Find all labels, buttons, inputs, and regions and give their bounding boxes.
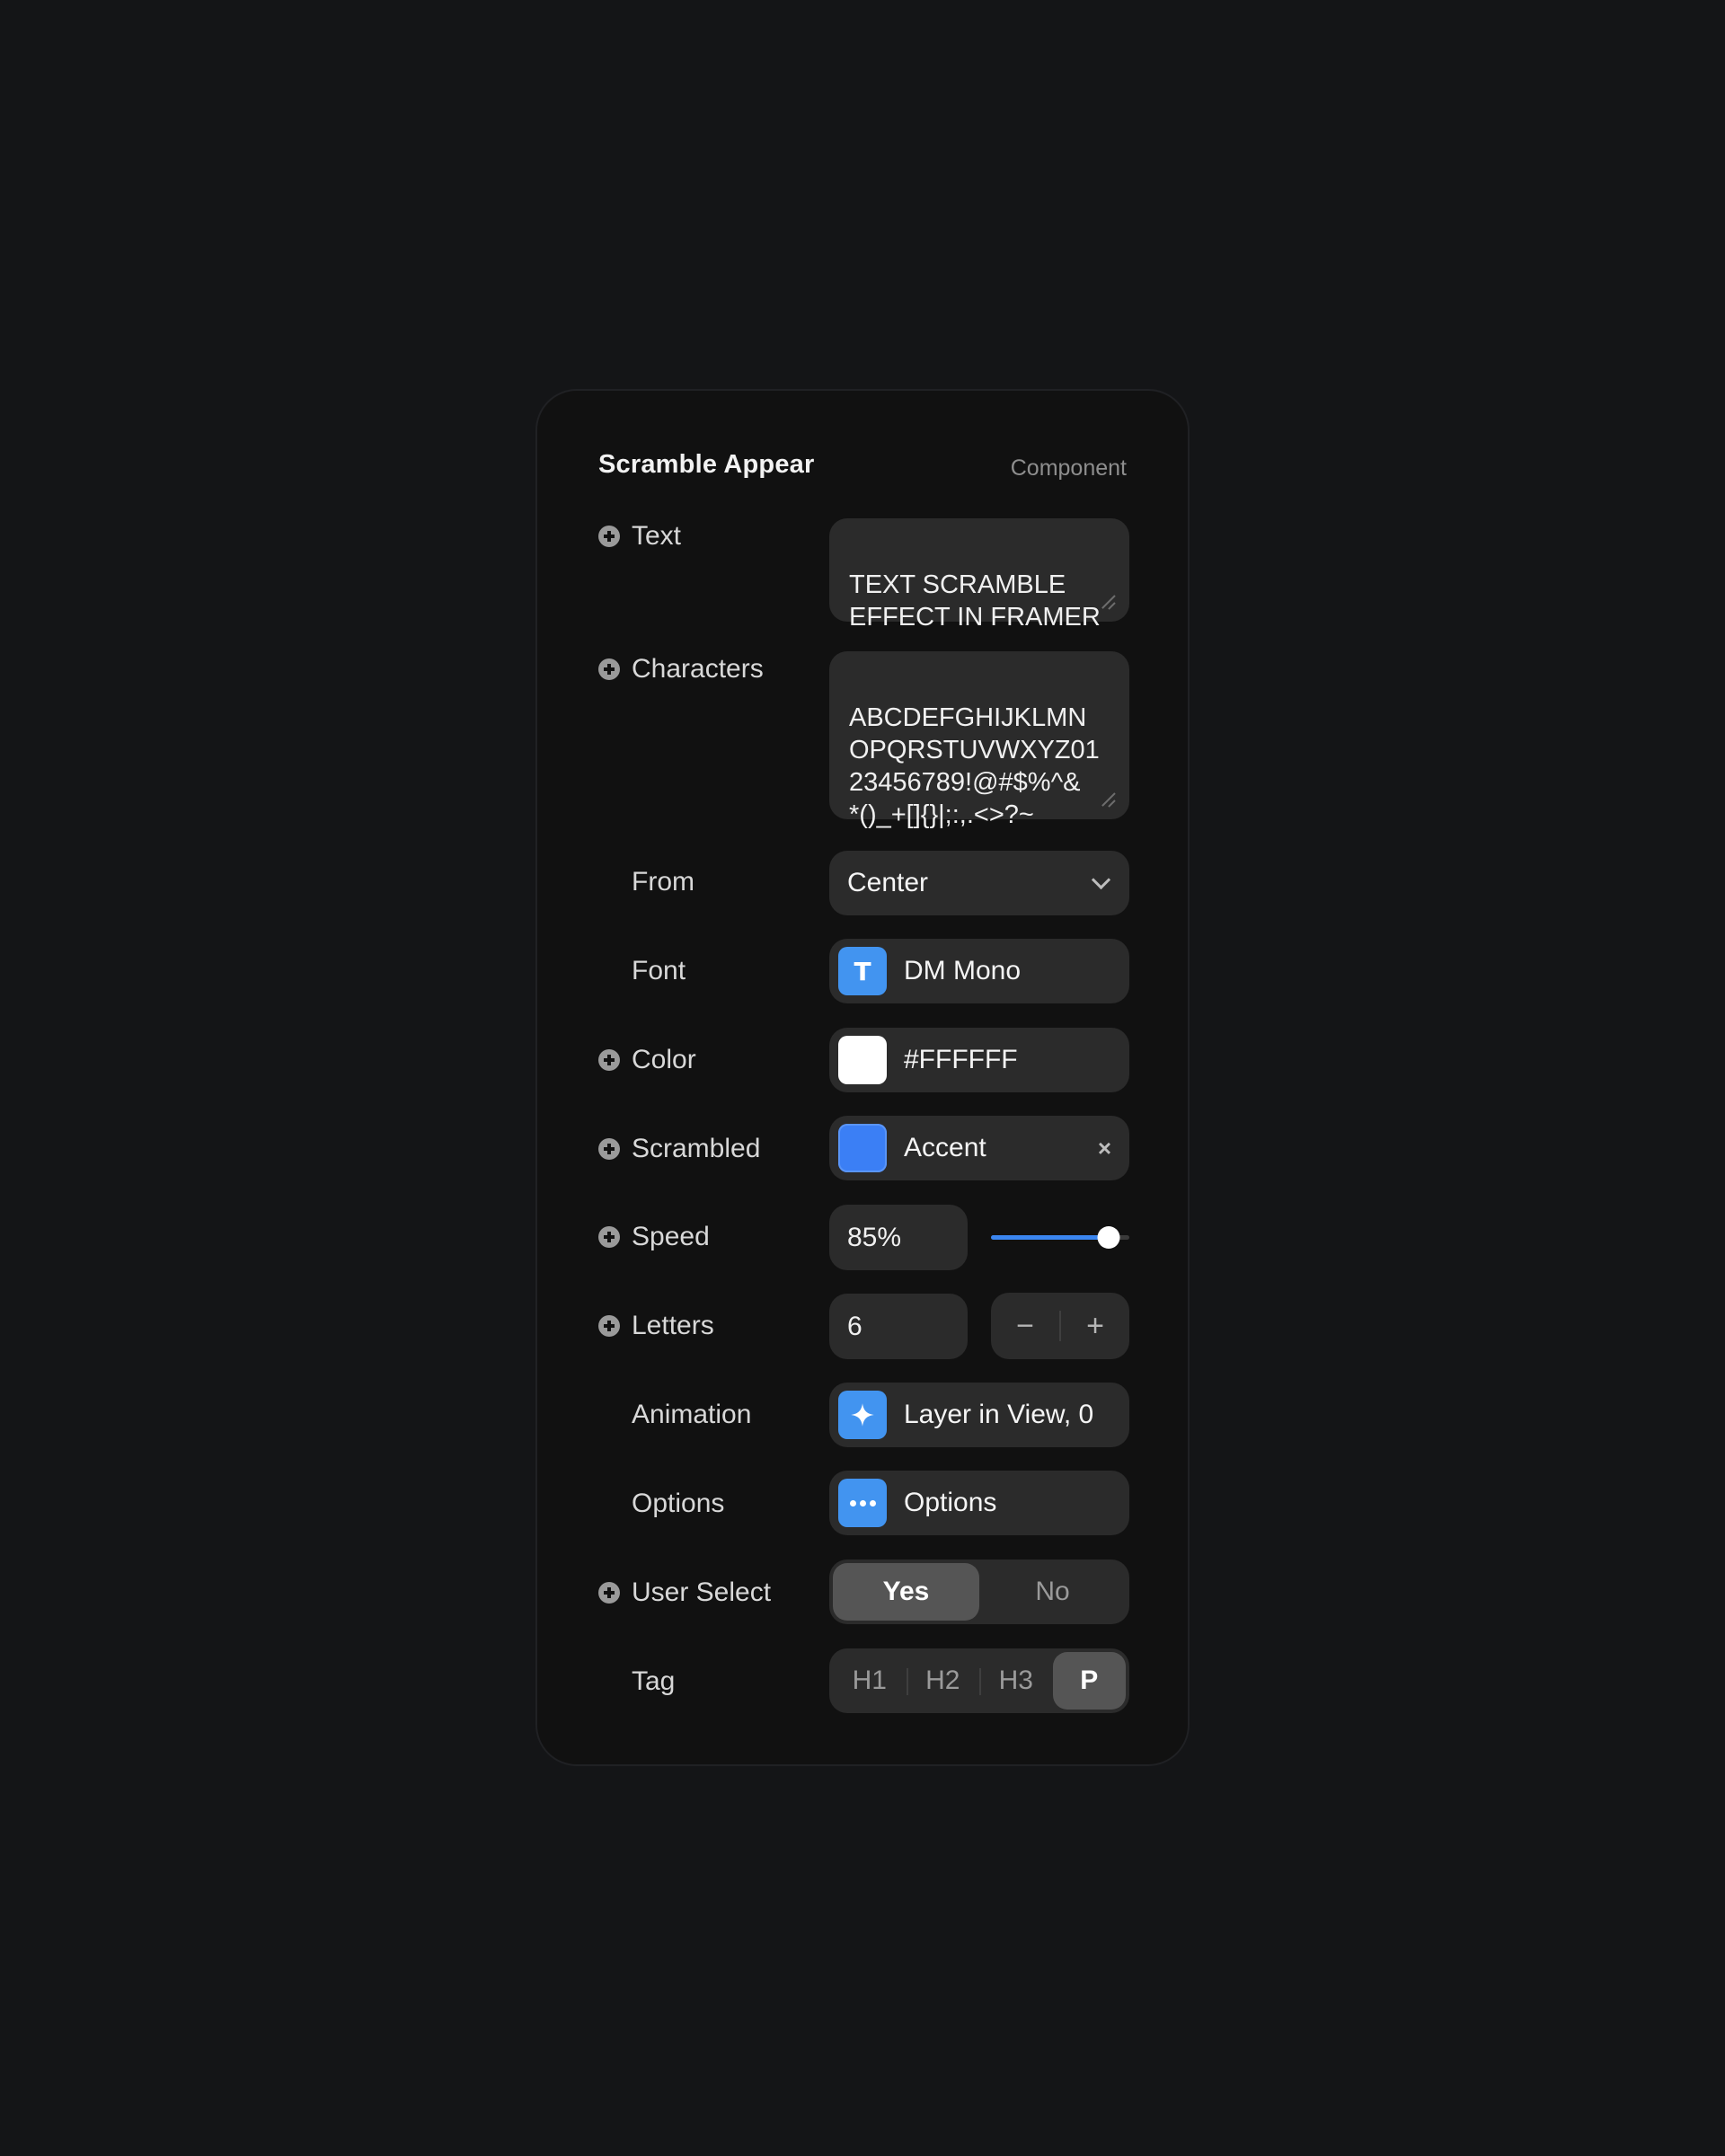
add-variable-icon[interactable] [598,1315,620,1337]
add-variable-icon[interactable] [598,1226,620,1248]
scrambled-label-text: Scrambled [632,1134,761,1163]
color-picker[interactable]: #FFFFFF [829,1028,1129,1092]
speed-label-text: Speed [632,1222,710,1251]
font-icon: T [838,947,887,995]
animation-label-text: Animation [632,1400,752,1429]
properties-panel: Scramble Appear Component Text TEXT SCRA… [535,389,1190,1766]
color-label: Color [598,1042,696,1078]
options-label: Options [598,1486,724,1522]
animation-picker[interactable]: Layer in View, 0 [829,1383,1129,1447]
color-swatch[interactable] [838,1036,887,1084]
letters-label-text: Letters [632,1311,714,1340]
tag-label: Tag [598,1664,675,1700]
resize-handle-icon[interactable] [1099,791,1115,807]
tag-segmented-control: H1 H2 H3 P [829,1648,1129,1713]
font-picker[interactable]: T DM Mono [829,939,1129,1003]
font-label-text: Font [632,956,686,985]
user-select-label-text: User Select [632,1577,772,1607]
sparkle-icon [838,1391,887,1439]
text-input-value: TEXT SCRAMBLE EFFECT IN FRAMER [849,570,1101,632]
clear-icon[interactable]: × [1098,1135,1111,1162]
speed-label: Speed [598,1219,710,1255]
characters-input-value: ABCDEFGHIJKLMN OPQRSTUVWXYZ01 23456789!@… [849,703,1100,829]
options-value: Options [904,1488,997,1517]
font-value: DM Mono [904,956,1022,985]
add-variable-icon[interactable] [598,658,620,680]
from-label: From [598,864,694,900]
chevron-down-icon [1091,870,1111,889]
font-label: Font [598,953,686,989]
tag-h3[interactable]: H3 [979,1652,1053,1710]
increment-button[interactable]: + [1061,1293,1129,1359]
options-button[interactable]: Options [829,1471,1129,1535]
from-select[interactable]: Center [829,851,1129,915]
add-variable-icon[interactable] [598,526,620,547]
from-label-text: From [632,867,694,897]
speed-slider[interactable] [991,1219,1129,1255]
scrambled-label: Scrambled [598,1131,760,1167]
slider-fill [991,1235,1109,1240]
characters-input[interactable]: ABCDEFGHIJKLMN OPQRSTUVWXYZ01 23456789!@… [829,651,1129,829]
options-label-text: Options [632,1489,725,1518]
letters-label: Letters [598,1308,714,1344]
scrambled-color-picker[interactable]: Accent × [829,1116,1129,1180]
add-variable-icon[interactable] [598,1049,620,1071]
user-select-toggle: Yes No [829,1560,1129,1624]
tag-p[interactable]: P [1052,1652,1126,1710]
color-value: #FFFFFF [904,1045,1018,1074]
text-label-text: Text [632,521,682,551]
color-label-text: Color [632,1045,696,1074]
decrement-button[interactable]: − [991,1293,1059,1359]
tag-h2[interactable]: H2 [906,1652,980,1710]
animation-label: Animation [598,1397,751,1433]
accent-swatch[interactable] [838,1124,887,1172]
tag-label-text: Tag [632,1666,676,1696]
resize-handle-icon[interactable] [1099,593,1115,609]
user-select-label: User Select [598,1575,771,1611]
animation-value: Layer in View, 0 [904,1400,1094,1429]
text-input[interactable]: TEXT SCRAMBLE EFFECT IN FRAMER [829,518,1129,632]
user-select-yes[interactable]: Yes [833,1563,979,1621]
add-variable-icon[interactable] [598,1582,620,1604]
letters-input[interactable]: 6 [829,1294,968,1359]
letters-stepper: − + [991,1293,1129,1359]
from-select-value: Center [847,868,929,897]
more-icon [838,1479,887,1527]
panel-title: Scramble Appear [598,450,815,479]
scrambled-value: Accent [904,1133,986,1162]
panel-subtitle: Component [1010,455,1127,481]
add-variable-icon[interactable] [598,1138,620,1160]
tag-h1[interactable]: H1 [833,1652,907,1710]
slider-knob[interactable] [1097,1226,1120,1249]
user-select-no[interactable]: No [979,1563,1126,1621]
text-label: Text [598,518,681,554]
characters-label: Characters [598,651,764,687]
characters-label-text: Characters [632,654,764,684]
speed-input[interactable]: 85% [829,1205,968,1270]
